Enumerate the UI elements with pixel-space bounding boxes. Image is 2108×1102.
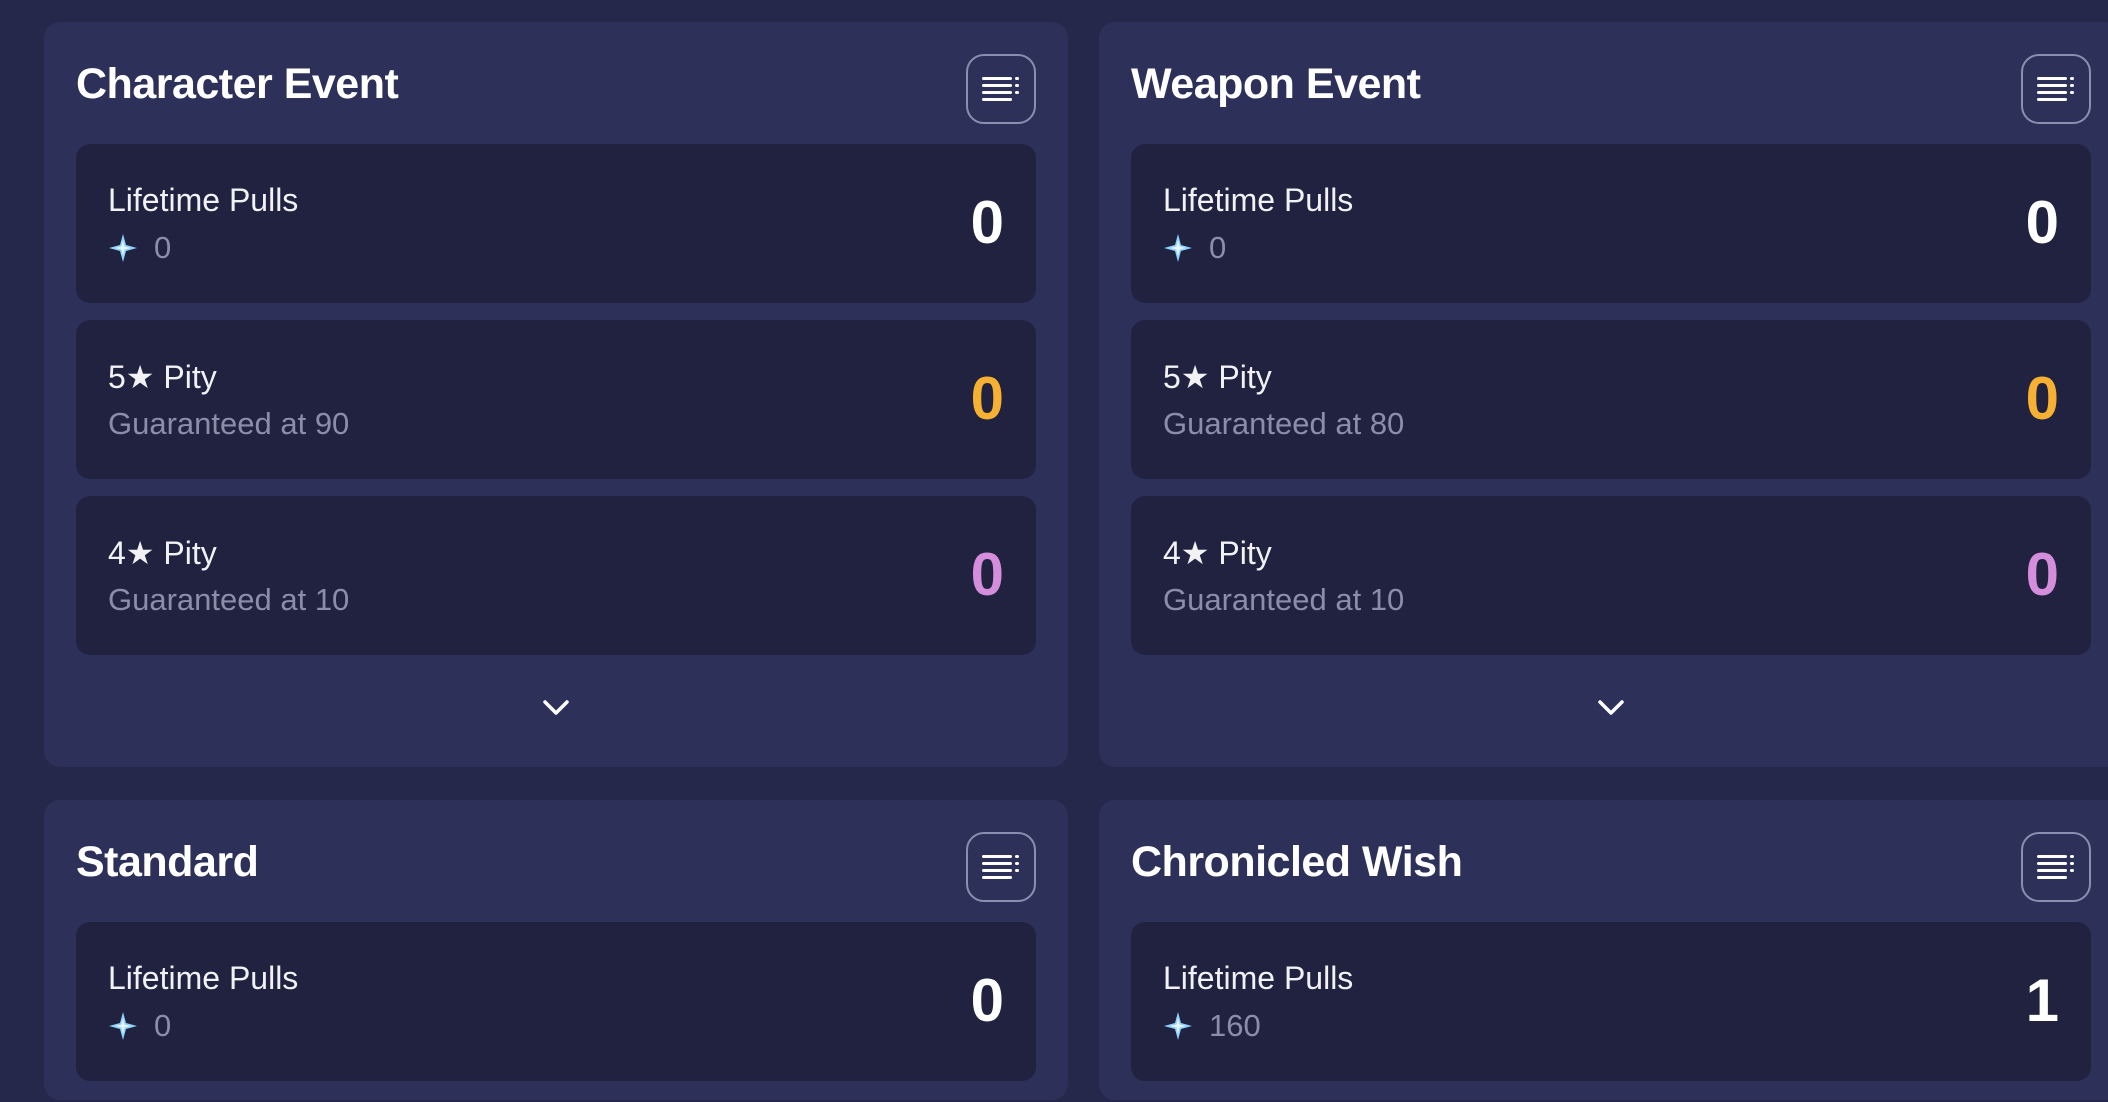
primogem-count: 160 — [1163, 1008, 1261, 1044]
lifetime-pulls-row: Lifetime Pulls 0 0 — [76, 922, 1036, 1081]
row-subtext: Guaranteed at 90 — [108, 406, 350, 441]
primogem-value: 160 — [1209, 1008, 1261, 1043]
four-star-pity-row: 4★ Pity Guaranteed at 10 0 — [1131, 496, 2091, 655]
row-label: 5★ Pity — [1163, 359, 1272, 395]
list-menu-icon — [982, 75, 1020, 104]
row-subtext: Guaranteed at 10 — [1163, 582, 1405, 617]
row-label: Lifetime Pulls — [108, 960, 299, 996]
primogem-value: 0 — [1209, 230, 1227, 265]
four-star-pity-row: 4★ Pity Guaranteed at 10 0 — [76, 496, 1036, 655]
history-menu-button[interactable] — [2021, 832, 2091, 902]
history-menu-button[interactable] — [2021, 54, 2091, 124]
five-star-pity-value: 0 — [970, 365, 1004, 432]
panel-title: Standard — [76, 838, 259, 886]
row-label: 4★ Pity — [108, 535, 217, 571]
list-menu-icon — [2037, 853, 2075, 882]
lifetime-pulls-row: Lifetime Pulls 0 0 — [1131, 144, 2091, 303]
list-menu-icon — [2037, 75, 2075, 104]
panel-standard: Standard Lifetime Pulls 0 0 — [44, 800, 1068, 1100]
panel-title: Weapon Event — [1131, 60, 1421, 108]
expand-button[interactable] — [1591, 694, 1631, 724]
row-label: 5★ Pity — [108, 359, 217, 395]
panel-title: Character Event — [76, 60, 399, 108]
row-label: Lifetime Pulls — [108, 182, 299, 218]
chevron-down-icon — [1597, 699, 1625, 720]
history-menu-button[interactable] — [966, 54, 1036, 124]
lifetime-pulls-value: 0 — [970, 967, 1004, 1034]
primogem-count: 0 — [108, 230, 171, 266]
five-star-pity-row: 5★ Pity Guaranteed at 80 0 — [1131, 320, 2091, 479]
five-star-pity-row: 5★ Pity Guaranteed at 90 0 — [76, 320, 1036, 479]
panel-weapon-event: Weapon Event Lifetime Pulls 0 0 5★ Pity … — [1099, 22, 2108, 767]
panel-character-event: Character Event Lifetime Pulls 0 0 5★ Pi… — [44, 22, 1068, 767]
panel-chronicled-wish: Chronicled Wish Lifetime Pulls 160 1 — [1099, 800, 2108, 1100]
four-star-pity-value: 0 — [2025, 541, 2059, 608]
primogem-icon — [1163, 233, 1193, 263]
primogem-value: 0 — [154, 1008, 172, 1043]
list-menu-icon — [982, 853, 1020, 882]
row-subtext: Guaranteed at 10 — [108, 582, 350, 617]
history-menu-button[interactable] — [966, 832, 1036, 902]
four-star-pity-value: 0 — [970, 541, 1004, 608]
five-star-pity-value: 0 — [2025, 365, 2059, 432]
primogem-icon — [108, 1011, 138, 1041]
row-label: Lifetime Pulls — [1163, 960, 1354, 996]
row-label: 4★ Pity — [1163, 535, 1272, 571]
lifetime-pulls-row: Lifetime Pulls 160 1 — [1131, 922, 2091, 1081]
primogem-count: 0 — [1163, 230, 1226, 266]
expand-button[interactable] — [536, 694, 576, 724]
row-label: Lifetime Pulls — [1163, 182, 1354, 218]
panel-title: Chronicled Wish — [1131, 838, 1463, 886]
chevron-down-icon — [542, 699, 570, 720]
primogem-icon — [108, 233, 138, 263]
primogem-icon — [1163, 1011, 1193, 1041]
primogem-count: 0 — [108, 1008, 171, 1044]
lifetime-pulls-value: 0 — [970, 189, 1004, 256]
lifetime-pulls-value: 0 — [2025, 189, 2059, 256]
banner-grid: Character Event Lifetime Pulls 0 0 5★ Pi… — [44, 22, 2108, 1102]
lifetime-pulls-row: Lifetime Pulls 0 0 — [76, 144, 1036, 303]
primogem-value: 0 — [154, 230, 172, 265]
lifetime-pulls-value: 1 — [2025, 967, 2059, 1034]
row-subtext: Guaranteed at 80 — [1163, 406, 1405, 441]
